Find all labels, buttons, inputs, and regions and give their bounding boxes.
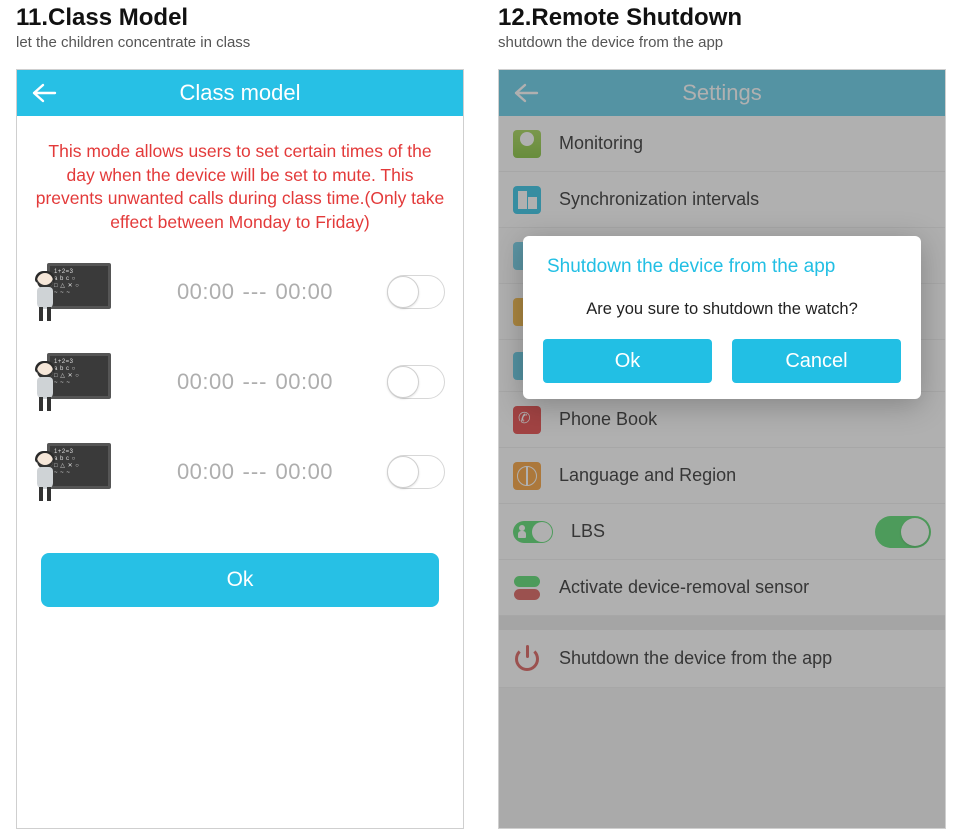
time-to[interactable]: 00:00 — [275, 369, 333, 395]
section-12-subtitle: shutdown the device from the app — [498, 34, 946, 51]
time-sep: --- — [243, 279, 268, 305]
chalkboard-icon: 1+2=3a b c ○□ △ ✕ ○~ ~ ~ — [35, 351, 113, 413]
app-header: Class model — [17, 70, 463, 116]
chalkboard-icon: 1+2=3a b c ○□ △ ✕ ○~ ~ ~ — [35, 441, 113, 503]
class-model-screen: Class model This mode allows users to se… — [16, 69, 464, 829]
back-arrow-icon[interactable] — [31, 82, 57, 104]
dialog-cancel-button[interactable]: Cancel — [732, 339, 901, 383]
settings-screen: Settings Monitoring Synchronization inte… — [498, 69, 946, 829]
time-row-1[interactable]: 1+2=3a b c ○□ △ ✕ ○~ ~ ~ 00:00 --- 00:00 — [17, 247, 463, 337]
time-row-2[interactable]: 1+2=3a b c ○□ △ ✕ ○~ ~ ~ 00:00 --- 00:00 — [17, 337, 463, 427]
time-from[interactable]: 00:00 — [177, 279, 235, 305]
chalkboard-icon: 1+2=3a b c ○□ △ ✕ ○~ ~ ~ — [35, 261, 113, 323]
time-row-3[interactable]: 1+2=3a b c ○□ △ ✕ ○~ ~ ~ 00:00 --- 00:00 — [17, 427, 463, 517]
time-sep: --- — [243, 459, 268, 485]
time-from[interactable]: 00:00 — [177, 459, 235, 485]
section-12-title: 12.Remote Shutdown — [498, 4, 946, 32]
section-11-subtitle: let the children concentrate in class — [16, 34, 464, 51]
dialog-title: Shutdown the device from the app — [539, 256, 905, 278]
shutdown-dialog: Shutdown the device from the app Are you… — [523, 236, 921, 399]
time-from[interactable]: 00:00 — [177, 369, 235, 395]
toggle-row-2[interactable] — [387, 365, 445, 399]
section-11-title: 11.Class Model — [16, 4, 464, 32]
dialog-message: Are you sure to shutdown the watch? — [539, 300, 905, 319]
dialog-ok-button[interactable]: Ok — [543, 339, 712, 383]
modal-overlay — [499, 70, 945, 828]
ok-button[interactable]: Ok — [41, 553, 439, 607]
time-to[interactable]: 00:00 — [275, 279, 333, 305]
time-to[interactable]: 00:00 — [275, 459, 333, 485]
class-model-description: This mode allows users to set certain ti… — [17, 116, 463, 247]
time-sep: --- — [243, 369, 268, 395]
app-header-title: Class model — [179, 80, 300, 106]
toggle-row-3[interactable] — [387, 455, 445, 489]
toggle-row-1[interactable] — [387, 275, 445, 309]
